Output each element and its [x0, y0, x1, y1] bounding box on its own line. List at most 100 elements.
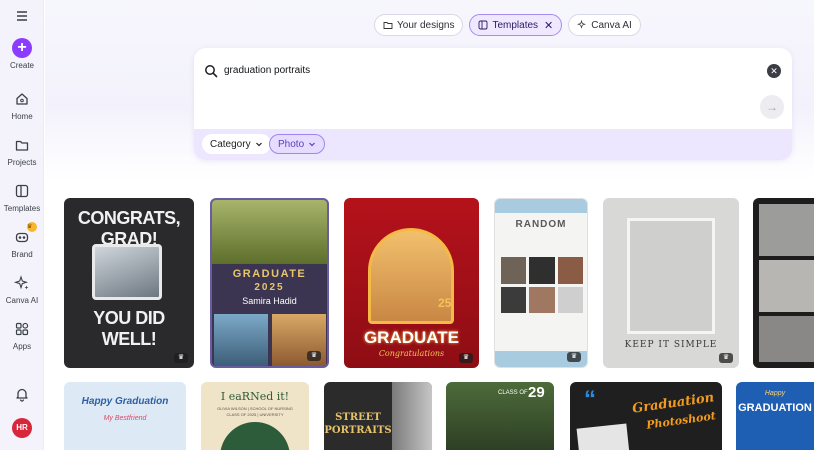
premium-crown-icon: ♛	[307, 351, 321, 361]
template-title: Happy Graduation	[81, 396, 169, 407]
submit-search-button[interactable]: →	[760, 95, 784, 119]
premium-crown-icon: ♛	[719, 353, 733, 363]
avatar[interactable]: HR	[12, 418, 32, 438]
sidebar-item-label: Projects	[7, 158, 37, 167]
close-icon: ✕	[770, 66, 778, 76]
arrow-right-icon: →	[766, 100, 778, 114]
pill-label: Templates	[492, 19, 539, 31]
bell-icon	[16, 388, 28, 402]
template-subtitle: Happy	[764, 390, 786, 397]
pill-label: Your designs	[397, 19, 455, 31]
template-card[interactable]: KEEP IT SIMPLE ♛	[603, 198, 739, 368]
sidebar-item-label: Canva AI	[5, 296, 39, 305]
template-card[interactable]	[753, 198, 814, 368]
pill-your-designs[interactable]: Your designs	[374, 14, 464, 36]
template-subtitle: OLIVIA WILSON | SCHOOL OF NURSING	[217, 406, 293, 411]
menu-button[interactable]	[0, 8, 44, 26]
category-filter-dropdown[interactable]: Category	[202, 134, 271, 154]
template-card[interactable]: Happy GRADUATION	[736, 382, 814, 450]
template-frame	[627, 218, 715, 334]
template-title: STREET	[335, 412, 381, 423]
folder-icon	[383, 22, 393, 29]
sidebar-item-templates[interactable]: Templates	[0, 183, 44, 213]
search-input[interactable]: graduation portraits	[224, 65, 310, 76]
template-photo	[759, 204, 814, 256]
template-year: 25	[438, 296, 452, 310]
template-photo	[529, 257, 555, 284]
apps-icon	[15, 322, 29, 336]
template-photo	[214, 314, 268, 366]
template-card[interactable]: CLASS OF 29	[446, 382, 554, 450]
template-photo	[495, 199, 587, 213]
template-photo	[576, 423, 630, 450]
template-card[interactable]: Happy Graduation My Bestfriend	[64, 382, 186, 450]
crown-badge-icon: ♛	[27, 222, 37, 232]
template-card[interactable]: RANDOM ♛	[494, 198, 588, 368]
templates-icon	[15, 184, 29, 198]
hamburger-icon	[17, 11, 27, 21]
premium-crown-icon: ♛	[567, 352, 581, 362]
template-photo	[557, 286, 583, 313]
search-mode-pills: Your designs Templates ✕ Canva AI	[374, 14, 641, 36]
filter-label: Category	[210, 138, 251, 150]
template-photo	[501, 286, 527, 313]
template-title: GRADUATION	[738, 402, 812, 414]
template-photo	[557, 257, 583, 284]
chevron-down-icon	[255, 142, 262, 147]
template-subtitle: My Bestfriend	[103, 415, 147, 422]
chevron-down-icon	[309, 142, 316, 147]
sidebar-item-label: Home	[11, 112, 33, 121]
template-card[interactable]: GRADUATE 2025 Samira Hadid ♛	[210, 198, 329, 368]
template-caption: CLASS OF 2025 | UNIVERSITY	[226, 412, 284, 417]
sidebar-item-label: Templates	[3, 204, 41, 213]
template-photo	[529, 286, 555, 313]
pill-templates[interactable]: Templates ✕	[469, 14, 563, 36]
sidebar-item-projects[interactable]: Projects	[0, 137, 44, 167]
template-title: RANDOM	[515, 219, 567, 230]
sidebar: + Create Home Projects Templates Brand ♛…	[0, 0, 44, 450]
template-photo	[212, 200, 327, 264]
close-icon[interactable]: ✕	[544, 19, 553, 32]
template-photo	[759, 260, 814, 312]
template-photo-grid	[501, 257, 583, 313]
pill-canva-ai[interactable]: Canva AI	[568, 14, 641, 36]
search-card: graduation portraits ✕ → Category Photo	[194, 48, 792, 160]
clear-search-button[interactable]: ✕	[767, 64, 781, 78]
template-card[interactable]: GRADUATE Congratulations 25 ♛	[344, 198, 479, 368]
pill-label: Canva AI	[591, 19, 632, 31]
template-subtitle: YOU DID WELL!	[93, 308, 165, 349]
template-title: I eaRNed it!	[220, 390, 290, 403]
plus-icon: +	[12, 38, 32, 58]
sidebar-item-create[interactable]: + Create	[0, 38, 44, 70]
sidebar-item-apps[interactable]: Apps	[0, 321, 44, 351]
template-card[interactable]: I eaRNed it! OLIVIA WILSON | SCHOOL OF N…	[201, 382, 309, 450]
search-icon	[205, 65, 218, 78]
premium-crown-icon: ♛	[459, 353, 473, 363]
sidebar-item-canva-ai[interactable]: Canva AI	[0, 275, 44, 305]
template-photo	[220, 422, 290, 450]
template-year: 2025	[254, 282, 285, 293]
quote-icon: “	[584, 386, 596, 413]
template-year: 29	[528, 384, 545, 401]
template-photo	[759, 316, 814, 362]
template-caption: CLASS OF	[498, 390, 528, 396]
sidebar-item-brand[interactable]: Brand	[0, 229, 44, 259]
template-photo	[92, 244, 162, 300]
template-card[interactable]: CONGRATS, GRAD! YOU DID WELL! ♛	[64, 198, 194, 368]
template-card[interactable]: “ Graduation Photoshoot	[570, 382, 722, 450]
sidebar-item-home[interactable]: Home	[0, 91, 44, 121]
brand-icon	[15, 232, 29, 243]
photo-filter-dropdown[interactable]: Photo	[269, 134, 326, 154]
folder-icon	[15, 140, 29, 151]
template-title: GRADUATE	[232, 268, 307, 280]
notifications-button[interactable]	[0, 386, 44, 404]
sparkle-icon	[14, 275, 29, 290]
template-title: GRADUATE	[363, 328, 460, 347]
templates-icon	[479, 20, 488, 30]
template-name: Samira Hadid	[242, 296, 297, 306]
home-icon	[16, 93, 28, 105]
sidebar-item-label: Brand	[11, 250, 33, 259]
premium-crown-icon: ♛	[174, 353, 188, 363]
sidebar-item-label: Create	[9, 61, 34, 70]
template-card[interactable]: STREET PORTRAITS	[324, 382, 432, 450]
